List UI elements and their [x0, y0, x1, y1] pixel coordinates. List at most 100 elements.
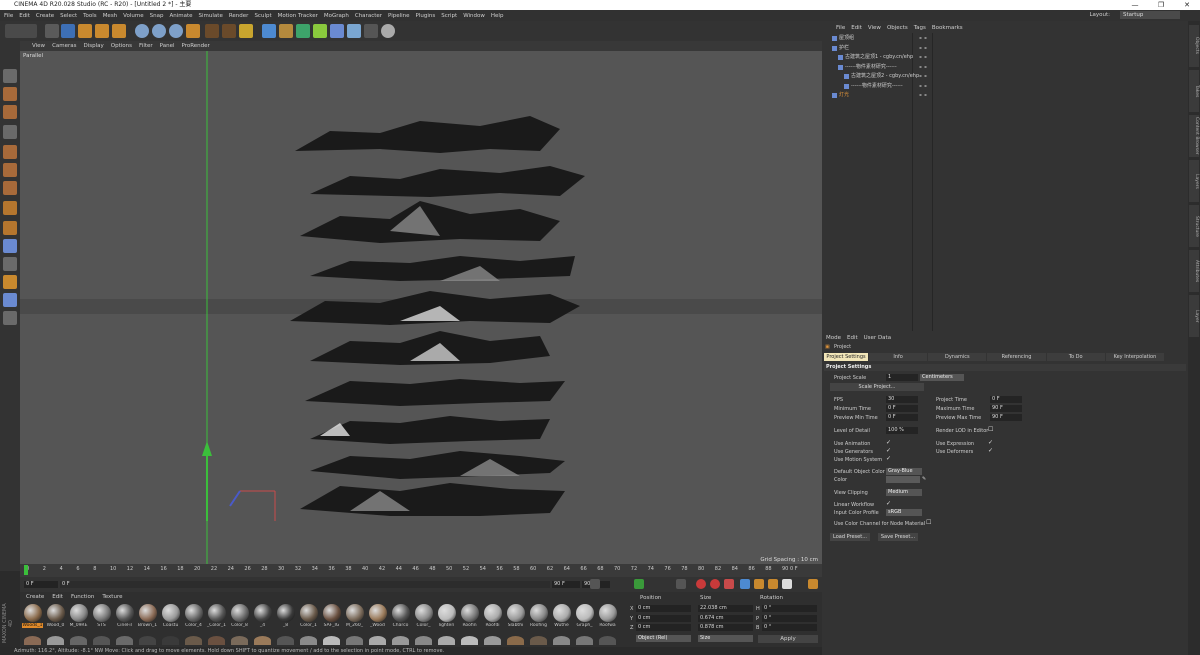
input-color-profile-dropdown[interactable]: sRGB	[886, 509, 922, 516]
rotate-tool-icon[interactable]	[95, 24, 109, 38]
object-menu-objects[interactable]: Objects	[887, 25, 908, 31]
material-preview-row2[interactable]	[47, 636, 64, 645]
tab-to-do[interactable]: To Do	[1046, 353, 1105, 361]
material-swatch[interactable]: Coastu	[160, 604, 181, 628]
tab-referencing[interactable]: Referencing	[987, 353, 1046, 361]
material-preview-row2[interactable]	[277, 636, 294, 645]
use-deformers-checkbox[interactable]: ✓	[988, 447, 993, 454]
maximum-time-field[interactable]: 90 F	[990, 405, 1022, 412]
apply-button[interactable]: Apply	[758, 635, 818, 643]
tab-dynamics[interactable]: Dynamics	[928, 353, 987, 361]
menu-simulate[interactable]: Simulate	[199, 13, 223, 19]
material-preview-row2[interactable]	[208, 636, 225, 645]
material-preview-row2[interactable]	[392, 636, 409, 645]
material-preview-row2[interactable]	[369, 636, 386, 645]
material-preview-row2[interactable]	[438, 636, 455, 645]
side-tab-attributes[interactable]: Attributes	[1189, 250, 1199, 292]
material-preview-row2[interactable]	[116, 636, 133, 645]
material-swatch[interactable]: Roofin	[459, 604, 480, 628]
render-settings-icon[interactable]	[239, 24, 253, 38]
camera-icon[interactable]	[364, 24, 378, 38]
menu-mograph[interactable]: MoGraph	[324, 13, 349, 19]
size-x-field[interactable]: 22.038 cm	[698, 605, 753, 612]
use-expression-checkbox[interactable]: ✓	[988, 439, 993, 446]
keyframe-selection-icon[interactable]	[724, 579, 734, 589]
start-frame-field[interactable]: 0 F	[24, 581, 58, 588]
lock-workplane-icon[interactable]	[3, 257, 17, 271]
project-scale-unit-dropdown[interactable]: Centimeters	[920, 374, 964, 381]
spline-pen-icon[interactable]	[279, 24, 293, 38]
material-swatch[interactable]: _Color_1	[206, 604, 227, 628]
material-swatch[interactable]: Color_4	[183, 604, 204, 628]
use-animation-checkbox[interactable]: ✓	[886, 439, 891, 446]
material-swatch[interactable]: Color_	[413, 604, 434, 628]
object-menu-bookmarks[interactable]: Bookmarks	[932, 25, 963, 31]
menu-mesh[interactable]: Mesh	[103, 13, 117, 19]
layout-selector[interactable]: Layout: Startup	[1089, 11, 1186, 19]
visibility-dots-icon[interactable]	[918, 63, 928, 70]
object-row[interactable]: 灯光	[826, 91, 1186, 100]
visibility-dots-icon[interactable]	[918, 82, 928, 89]
layout-dropdown[interactable]: Startup	[1120, 11, 1180, 19]
menu-tools[interactable]: Tools	[83, 13, 97, 19]
side-tab-objects[interactable]: Objects	[1189, 25, 1199, 67]
undo-area-icon[interactable]	[5, 24, 37, 38]
menu-file[interactable]: File	[4, 13, 13, 19]
material-preview-row2[interactable]	[484, 636, 501, 645]
close-button[interactable]: ✕	[1174, 0, 1200, 10]
coordinate-system-icon[interactable]	[186, 24, 200, 38]
object-menu-edit[interactable]: Edit	[851, 25, 862, 31]
material-swatch[interactable]: STS	[91, 604, 112, 628]
go-to-end-icon[interactable]	[676, 579, 686, 589]
side-tab-layers[interactable]: Layers	[1189, 160, 1199, 202]
maximize-button[interactable]: ❐	[1148, 0, 1174, 10]
recent-tools-icon[interactable]	[112, 24, 126, 38]
preview-min-field[interactable]: 0 F	[886, 414, 918, 421]
viewport-menu-panel[interactable]: Panel	[160, 43, 175, 49]
menu-volume[interactable]: Volume	[123, 13, 143, 19]
material-preview-row2[interactable]	[507, 636, 524, 645]
visibility-dots-icon[interactable]	[918, 44, 928, 51]
material-swatch[interactable]: Roofdi	[482, 604, 503, 628]
x-axis-icon[interactable]	[135, 24, 149, 38]
menu-plugins[interactable]: Plugins	[416, 13, 436, 19]
material-preview-row2[interactable]	[346, 636, 363, 645]
viewport-menu-prorender[interactable]: ProRender	[182, 43, 210, 49]
material-menu-edit[interactable]: Edit	[52, 594, 63, 600]
project-scale-field[interactable]: 1	[886, 374, 918, 381]
view-clipping-dropdown[interactable]: Medium	[886, 489, 922, 496]
texture-mode-icon[interactable]	[3, 105, 17, 119]
autokey-icon[interactable]	[710, 579, 720, 589]
polygons-mode-icon[interactable]	[3, 181, 17, 195]
material-swatch[interactable]: Color_1	[298, 604, 319, 628]
object-menu-view[interactable]: View	[868, 25, 881, 31]
menu-help[interactable]: Help	[491, 13, 504, 19]
material-preview-row2[interactable]	[576, 636, 593, 645]
visibility-dots-icon[interactable]	[918, 35, 928, 41]
scale-project-button[interactable]: Scale Project...	[830, 383, 924, 391]
current-frame-field[interactable]: 0 F	[60, 581, 550, 588]
menu-select[interactable]: Select	[60, 13, 77, 19]
visibility-dots-icon[interactable]	[918, 73, 928, 79]
deformer-icon[interactable]	[330, 24, 344, 38]
scale-key-icon[interactable]	[754, 579, 764, 589]
fps-field[interactable]: 30	[886, 396, 918, 403]
material-swatch[interactable]: CineFil	[114, 604, 135, 628]
use-color-channel-checkbox[interactable]: ☐	[926, 519, 931, 526]
menu-motion-tracker[interactable]: Motion Tracker	[278, 13, 318, 19]
timeline-ruler[interactable]: 0 F 024681012141618202224262830323436384…	[20, 564, 822, 577]
coordinate-mode-dropdown[interactable]: Object (Rel)	[636, 635, 691, 642]
render-view-icon[interactable]	[205, 24, 219, 38]
material-swatch[interactable]: Roofing	[528, 604, 549, 628]
points-mode-icon[interactable]	[3, 145, 17, 159]
viewport-menu-options[interactable]: Options	[111, 43, 132, 49]
tab-info[interactable]: Info	[869, 353, 928, 361]
material-preview-row2[interactable]	[323, 636, 340, 645]
material-swatch[interactable]: Color_8	[229, 604, 250, 628]
material-swatch[interactable]: _8	[275, 604, 296, 628]
material-preview-row2[interactable]	[553, 636, 570, 645]
menu-script[interactable]: Script	[441, 13, 457, 19]
move-tool-icon[interactable]	[61, 24, 75, 38]
quantize-icon[interactable]	[3, 275, 17, 289]
side-tab-takes[interactable]: Takes	[1189, 70, 1199, 112]
